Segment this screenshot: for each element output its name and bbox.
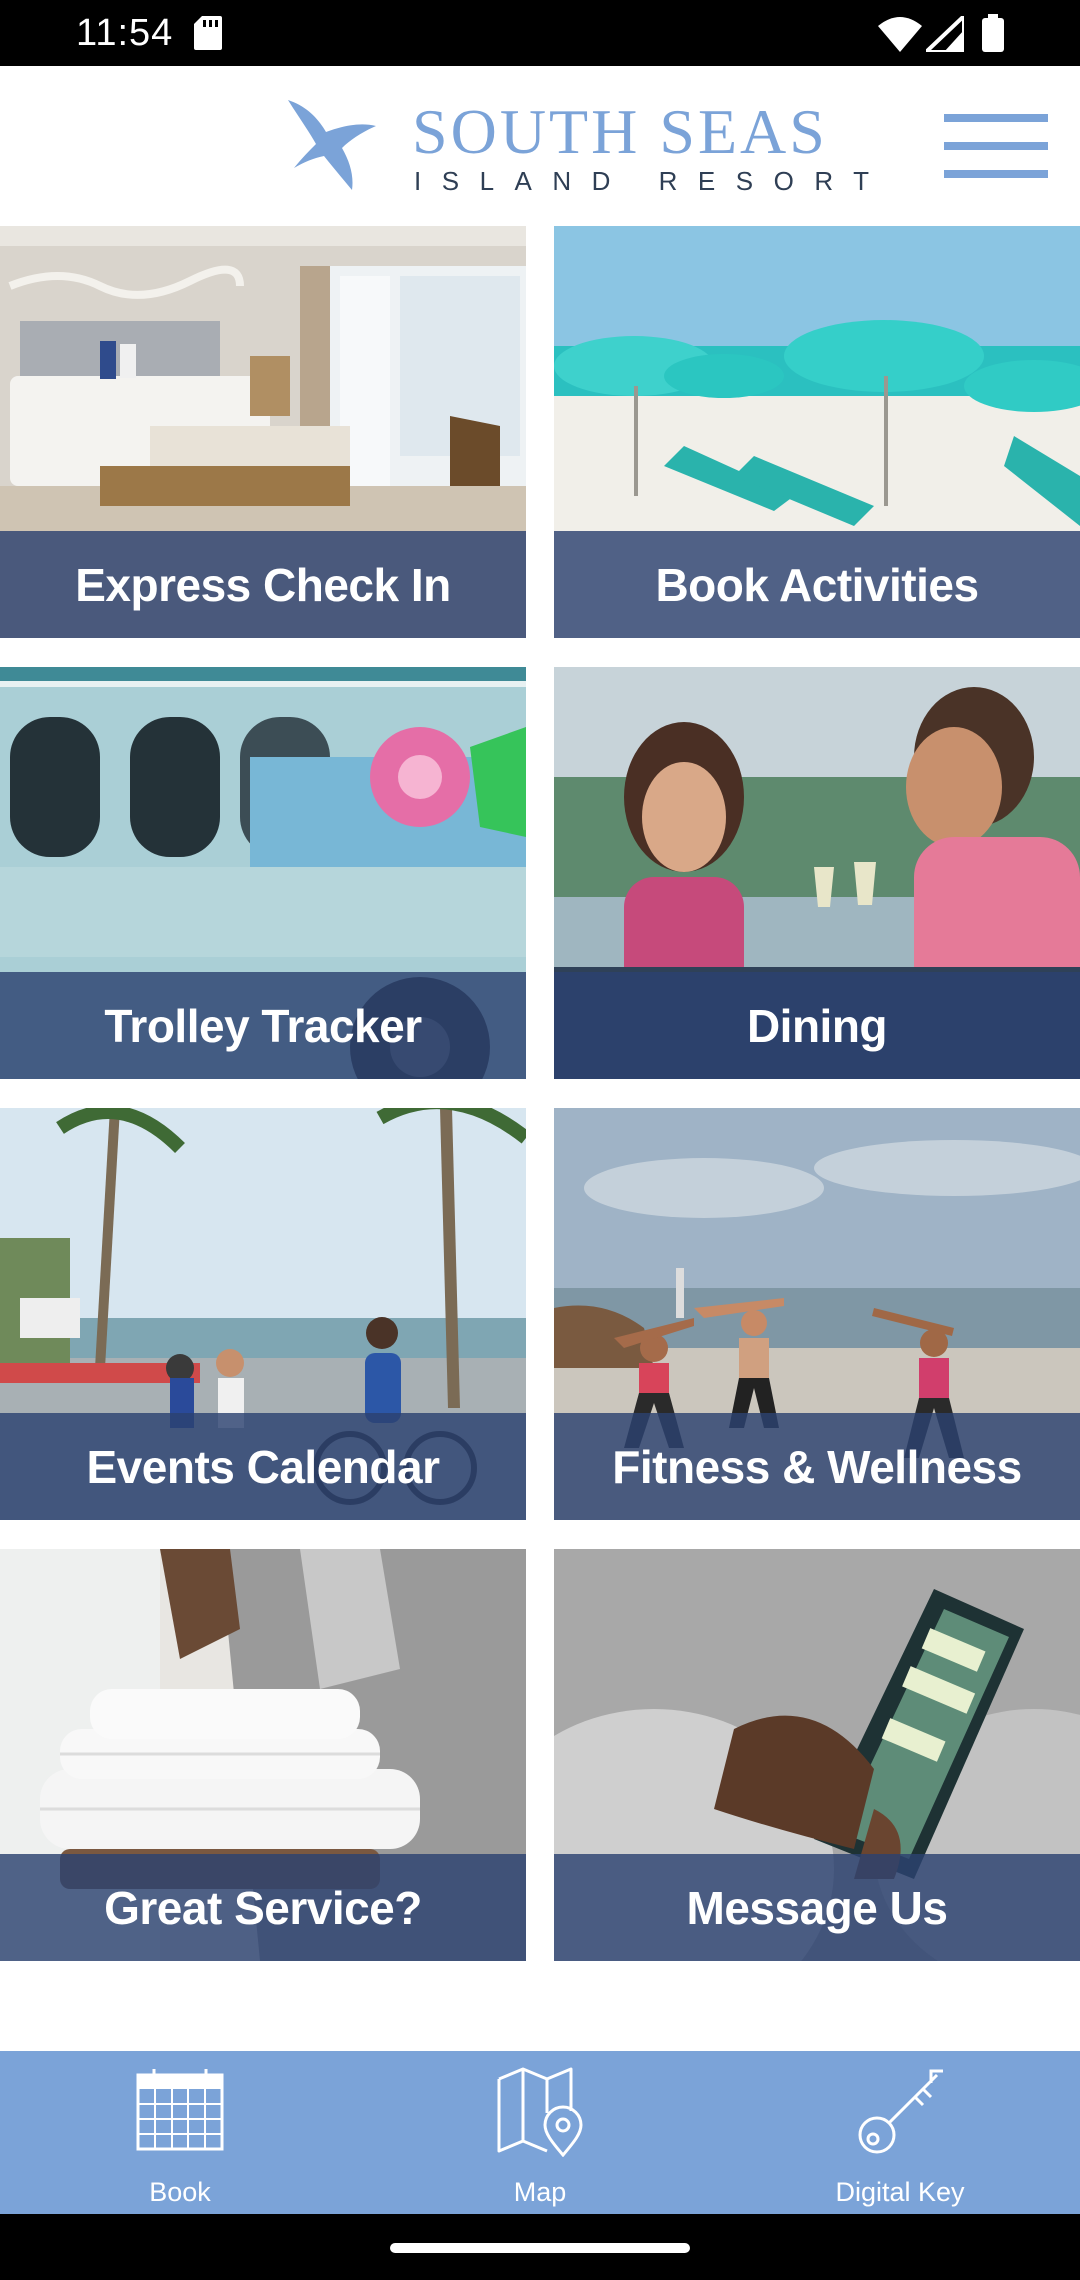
tile-label: Dining [554,972,1080,1079]
map-pin-icon [497,2067,583,2157]
nav-label: Book [149,2177,211,2207]
tile-label: Trolley Tracker [0,972,526,1079]
calendar-icon [136,2069,224,2151]
bottom-nav: Book Map Digital Key [0,2051,1080,2214]
tile-trolley-tracker[interactable]: Trolley Tracker [0,667,526,1079]
tile-book-activities[interactable]: Book Activities [554,226,1080,638]
nav-book[interactable]: Book [0,2051,360,2214]
tile-message-us[interactable]: Message Us [554,1549,1080,1961]
tile-events-calendar[interactable]: Events Calendar [0,1108,526,1520]
status-bar: 11:54 [0,0,1080,66]
nav-label: Digital Key [835,2177,965,2207]
hamburger-menu-icon[interactable] [944,106,1048,186]
signal-icon [926,16,964,52]
brand-tagline: ISLAND RESORT [414,166,890,196]
brand-name: SOUTH SEAS [412,96,828,167]
sd-card-icon [194,16,222,50]
tile-fitness-wellness[interactable]: Fitness & Wellness [554,1108,1080,1520]
nav-map[interactable]: Map [360,2051,720,2214]
tile-label: Message Us [554,1854,1080,1961]
tile-great-service[interactable]: Great Service? [0,1549,526,1961]
home-gesture-handle[interactable] [390,2243,690,2253]
status-time: 11:54 [76,12,174,54]
battery-icon [982,14,1004,52]
nav-digital-key[interactable]: Digital Key [720,2051,1080,2214]
tile-express-check-in[interactable]: Express Check In [0,226,526,638]
app-header: SOUTH SEAS ISLAND RESORT [0,66,1080,226]
tile-label: Great Service? [0,1854,526,1961]
tile-label: Fitness & Wellness [554,1413,1080,1520]
seabird-logo-icon [288,100,376,190]
nav-label: Map [513,2177,567,2207]
tile-dining[interactable]: Dining [554,667,1080,1079]
wifi-icon [878,17,922,52]
system-nav-bar [0,2214,1080,2280]
tile-label: Book Activities [554,531,1080,638]
tile-label: Events Calendar [0,1413,526,1520]
tile-label: Express Check In [0,531,526,638]
key-icon [858,2069,943,2154]
